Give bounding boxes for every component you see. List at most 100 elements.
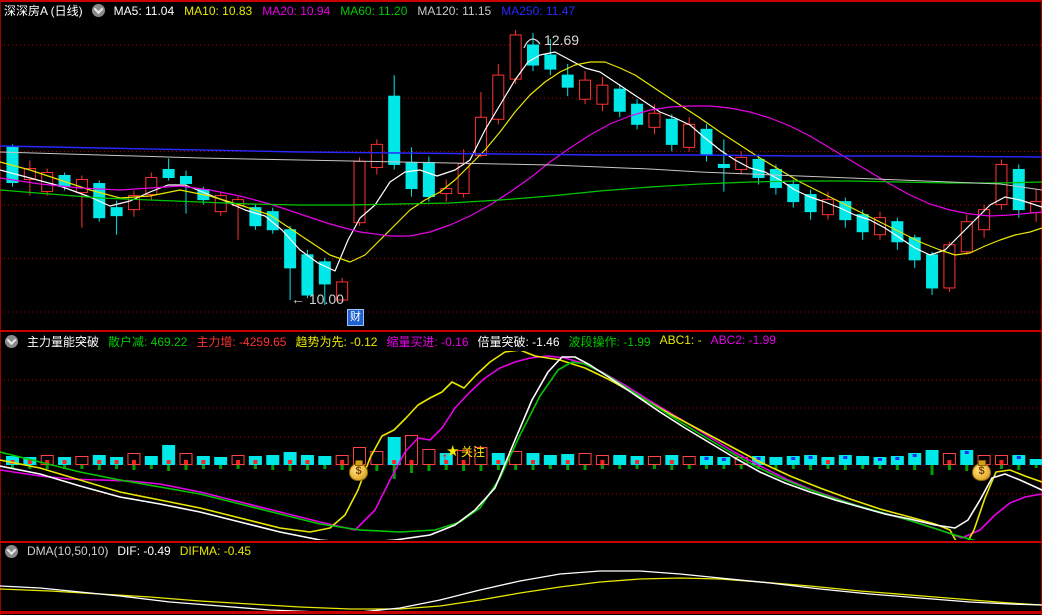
candle: [1012, 164, 1025, 218]
volume-energy-chart[interactable]: [0, 351, 1042, 540]
candle: [266, 207, 279, 234]
series-line: [0, 577, 1042, 610]
indicator-波段操作: 波段操作: -1.99: [568, 334, 651, 349]
candle: [613, 84, 626, 118]
ma-MA5: MA5: 11.04: [113, 3, 175, 18]
hist-bar: [682, 456, 696, 469]
hist-bar: [422, 449, 436, 471]
candle: [960, 214, 973, 255]
series-line: [0, 105, 1042, 237]
candle: [856, 209, 869, 240]
candle: [388, 75, 401, 170]
candle: [162, 158, 175, 181]
candle: [596, 77, 609, 112]
hist-bar: [526, 453, 540, 470]
candle: [214, 191, 227, 216]
candle: [787, 179, 800, 208]
hist-bar: [647, 456, 661, 469]
hist-bar: [1012, 455, 1026, 470]
series-line: [0, 351, 1042, 540]
indicator-趋势为先: 趋势为先: -0.12: [295, 334, 378, 349]
top-border: [0, 0, 1042, 2]
candle: [804, 189, 817, 220]
main-chart-header: 深深房A (日线) MA5: 11.04 MA10: 10.83 MA20: 10.…: [4, 3, 576, 19]
ma-MA10: MA10: 10.83: [184, 3, 253, 18]
candle: [75, 175, 88, 228]
hist-bar: [925, 450, 939, 475]
indicator-ABC2: ABC2: -1.99: [710, 332, 776, 347]
hist-bar: [630, 456, 644, 469]
hist-bar: [561, 454, 575, 470]
hist-bar: [804, 455, 818, 470]
indicator-name: 主力量能突破: [27, 334, 100, 349]
dma-DIFMA: DIFMA: -0.45: [179, 544, 252, 558]
chevron-down-icon[interactable]: [91, 4, 105, 17]
hist-bar: [994, 455, 1008, 469]
hist-bar: [179, 453, 193, 470]
candle: [978, 204, 991, 238]
series-line: [0, 51, 1042, 272]
watch-signal-label: 关注: [461, 445, 486, 459]
ma-MA250: MA250: 11.47: [501, 3, 576, 18]
candle: [474, 92, 487, 158]
indicator-ABC1: ABC1: -: [659, 332, 702, 347]
hist-bar: [578, 453, 592, 470]
indicator-主力增: 主力增: -4259.65: [196, 334, 287, 349]
hist-bar: [595, 455, 609, 469]
hist-bar: [110, 457, 124, 469]
dma-values: DIF: -0.49 DIFMA: -0.45: [117, 544, 251, 558]
candle: [127, 190, 140, 217]
hist-bar: [821, 457, 835, 469]
candle: [579, 71, 592, 105]
panel-separator: [0, 541, 1042, 543]
ma-MA60: MA60: 11.20: [340, 3, 408, 18]
hist-bar: [127, 453, 141, 470]
chevron-down-icon[interactable]: [5, 334, 18, 348]
dma-chart[interactable]: [0, 560, 1042, 613]
hist-bar: [318, 456, 332, 469]
buy-arrow-icon: ↑: [441, 450, 449, 467]
hist-bar: [613, 455, 627, 469]
moneybag-icon: $: [349, 460, 368, 481]
low-price-label: ← 10.00: [291, 291, 344, 307]
fortune-badge: 财: [347, 309, 364, 326]
dma-header: DMA(10,50,10) DIF: -0.49 DIFMA: -0.45: [5, 544, 251, 558]
chevron-down-icon[interactable]: [5, 544, 18, 558]
hist-bar: [335, 455, 349, 470]
stock-title: 深深房A (日线): [4, 4, 83, 18]
hist-bar: [856, 456, 870, 469]
hist-bar: [162, 445, 176, 471]
hist-bar: [942, 453, 956, 470]
ma-MA20: MA20: 10.94: [262, 3, 331, 18]
hist-bar: [266, 455, 280, 470]
hist-bar: [144, 456, 158, 469]
stock-chart-window: 深深房A (日线) MA5: 11.04 MA10: 10.83 MA20: 10.…: [0, 0, 1042, 615]
hist-bar: [248, 456, 262, 469]
peak-price-label: 12.69: [544, 32, 579, 48]
candle: [370, 139, 383, 175]
hist-bar: [908, 453, 922, 470]
indicator-倍量突破: 倍量突破: -1.46: [477, 334, 560, 349]
candle: [665, 114, 678, 152]
hist-bar: [92, 455, 106, 470]
hist-bar: [700, 456, 713, 469]
hist-bar: [75, 456, 89, 469]
hist-bar: [214, 457, 228, 469]
indicator-values: 散户减: 469.22 主力增: -4259.65 趋势为先: -0.12 缩量买进:…: [108, 333, 776, 350]
hist-bar: [890, 456, 904, 470]
candle: [284, 225, 297, 300]
candle: [926, 251, 939, 295]
hist-bar: [838, 455, 852, 470]
hist-bar: [960, 450, 974, 471]
ma-MA120: MA120: 11.15: [417, 3, 492, 18]
hist-bar: [283, 452, 297, 471]
hist-bar: [1029, 459, 1042, 468]
series-line: [0, 570, 1042, 613]
indicator-header: 主力量能突破 散户减: 469.22 主力增: -4259.65 趋势为先: -0.…: [5, 333, 776, 349]
indicator-缩量买进: 缩量买进: -0.16: [386, 334, 469, 349]
main-price-chart[interactable]: 12.69 ← 10.00: [0, 18, 1042, 330]
hist-bar: [665, 455, 679, 470]
candle: [509, 29, 522, 85]
dma-name: DMA(10,50,10): [27, 544, 109, 558]
moneybag-icon: $: [972, 460, 991, 481]
